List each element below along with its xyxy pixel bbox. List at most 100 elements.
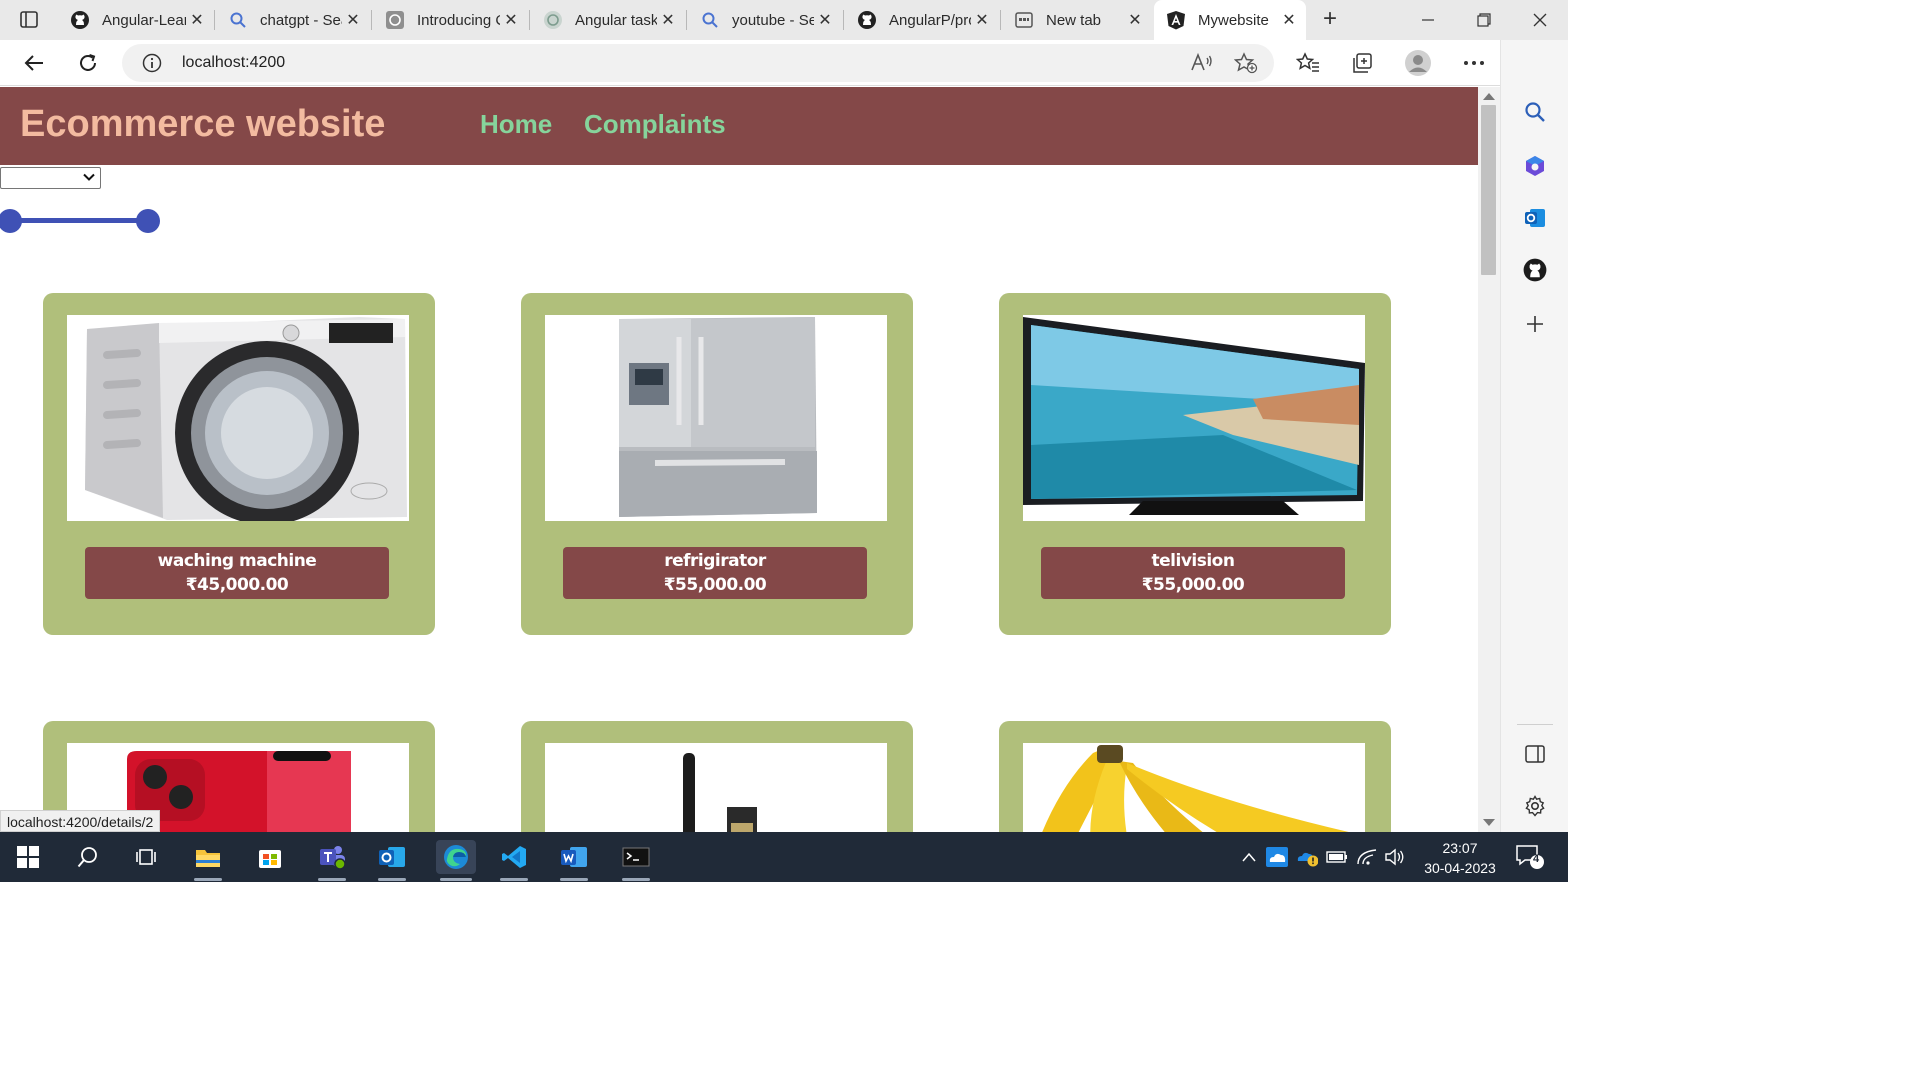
wifi-icon[interactable] [1356,846,1378,868]
url-text[interactable]: localhost:4200 [182,54,285,72]
tab-separator [843,10,844,30]
refresh-button[interactable] [72,47,104,79]
teams-icon[interactable] [314,840,350,881]
product-name: telivision [1151,551,1235,571]
github-icon [857,10,877,30]
openai-icon [543,10,563,30]
site-info-icon[interactable] [142,53,162,78]
battery-icon[interactable] [1326,846,1348,868]
page-scrollbar[interactable] [1478,87,1500,832]
add-favorite-icon[interactable] [1233,52,1258,79]
site-brand[interactable]: Ecommerce website [20,103,385,146]
product-name: waching machine [157,551,317,571]
tab-new-tab[interactable]: New tab ✕ [1002,0,1152,40]
tab-mywebsite[interactable]: Mywebsite ✕ [1154,0,1306,40]
notification-count: 4 [1533,853,1540,865]
word-icon[interactable] [556,840,592,881]
sidebar-github-icon[interactable] [1521,256,1549,284]
product-label[interactable]: telivision ₹55,000.00 [1041,547,1345,599]
newtab-icon [1014,10,1034,30]
close-icon[interactable]: ✕ [500,10,522,30]
sidebar-hide-icon[interactable] [1521,740,1549,768]
tab-chatgpt-search[interactable]: chatgpt - Search ✕ [216,0,370,40]
outlook-icon[interactable] [374,840,410,881]
close-icon[interactable]: ✕ [814,10,836,30]
store-icon[interactable] [252,840,288,874]
product-card[interactable]: refrigirator ₹55,000.00 [521,293,913,635]
collections-icon[interactable] [1346,47,1378,79]
favorites-icon[interactable] [1292,47,1324,79]
minimize-button[interactable] [1400,0,1456,40]
back-button[interactable] [18,47,50,79]
vscode-icon[interactable] [496,840,532,881]
restore-button[interactable] [1456,0,1512,40]
read-aloud-icon[interactable] [1190,52,1214,79]
product-image-television[interactable] [1023,315,1365,521]
product-price: ₹55,000.00 [1141,575,1245,595]
profile-avatar-icon[interactable] [1402,47,1434,79]
scroll-up-icon[interactable] [1483,93,1495,100]
windows-icon[interactable] [10,840,46,874]
task-view-icon[interactable] [128,840,164,874]
file-explorer-icon[interactable] [190,840,226,881]
close-icon[interactable]: ✕ [971,10,993,30]
close-icon[interactable]: ✕ [1278,10,1300,30]
product-card[interactable]: telivision ₹55,000.00 [999,293,1391,635]
tab-angularp-project[interactable]: AngularP/project ✕ [845,0,999,40]
sidebar-add-icon[interactable] [1521,310,1549,338]
close-icon[interactable]: ✕ [657,10,679,30]
product-label[interactable]: refrigirator ₹55,000.00 [563,547,867,599]
slider-high-thumb[interactable] [136,209,160,233]
tab-separator [1000,10,1001,30]
more-options-icon[interactable] [1458,47,1490,79]
clock-date: 30-04-2023 [1424,860,1496,876]
slider-track [10,218,148,223]
scroll-down-icon[interactable] [1483,819,1495,826]
tab-youtube-search[interactable]: youtube - Search ✕ [688,0,842,40]
search-icon[interactable] [70,840,106,874]
site-navbar: Ecommerce website Home Complaints [0,87,1478,165]
product-image-bananas[interactable] [1023,743,1365,832]
product-price: ₹55,000.00 [663,575,767,595]
sidebar-outlook-icon[interactable] [1521,204,1549,232]
tab-introducing-chatgpt[interactable]: Introducing ChatGPT ✕ [373,0,528,40]
product-label[interactable]: waching machine ₹45,000.00 [85,547,389,599]
scrollbar-thumb[interactable] [1481,105,1496,275]
tab-title: New tab [1046,11,1102,29]
chevron-up-icon[interactable] [1238,846,1260,868]
taskbar-clock[interactable]: 23:07 30-04-2023 [1410,838,1510,878]
link-status-tooltip: localhost:4200/details/2 [0,810,161,832]
new-tab-button[interactable]: + [1316,6,1344,34]
nav-link-home[interactable]: Home [480,109,552,140]
product-card[interactable]: waching machine ₹45,000.00 [43,293,435,635]
volume-icon[interactable] [1384,846,1406,868]
tab-angular-task[interactable]: Angular task ✕ [531,0,685,40]
sidebar-search-icon[interactable] [1521,98,1549,126]
nav-link-complaints[interactable]: Complaints [584,109,726,140]
product-card[interactable] [521,721,913,832]
cloud-warning-icon[interactable] [1296,846,1318,868]
tab-actions-icon[interactable] [10,8,46,32]
product-image-mascara[interactable] [545,743,887,832]
product-image-refrigerator[interactable] [545,315,887,521]
product-image-washing-machine[interactable] [67,315,409,521]
close-icon[interactable]: ✕ [1124,10,1146,30]
tab-separator [529,10,530,30]
github-icon [70,10,90,30]
sidebar-copilot-icon[interactable] [1521,152,1549,180]
category-filter-select[interactable] [0,167,101,189]
price-range-slider[interactable] [0,208,160,234]
product-card[interactable] [999,721,1391,832]
close-window-button[interactable] [1512,0,1568,40]
address-bar[interactable]: localhost:4200 [122,44,1274,82]
notification-center-icon[interactable]: 4 [1516,844,1546,875]
slider-low-thumb[interactable] [0,209,22,233]
terminal-icon[interactable] [618,840,654,881]
tab-angular-learning[interactable]: Angular-Learning ✕ [58,0,214,40]
close-icon[interactable]: ✕ [186,10,208,30]
onedrive-icon[interactable] [1266,846,1288,868]
close-icon[interactable]: ✕ [342,10,364,30]
tab-title: Angular-Learning [102,11,186,29]
sidebar-settings-icon[interactable] [1521,792,1549,820]
edge-icon[interactable] [436,840,476,881]
